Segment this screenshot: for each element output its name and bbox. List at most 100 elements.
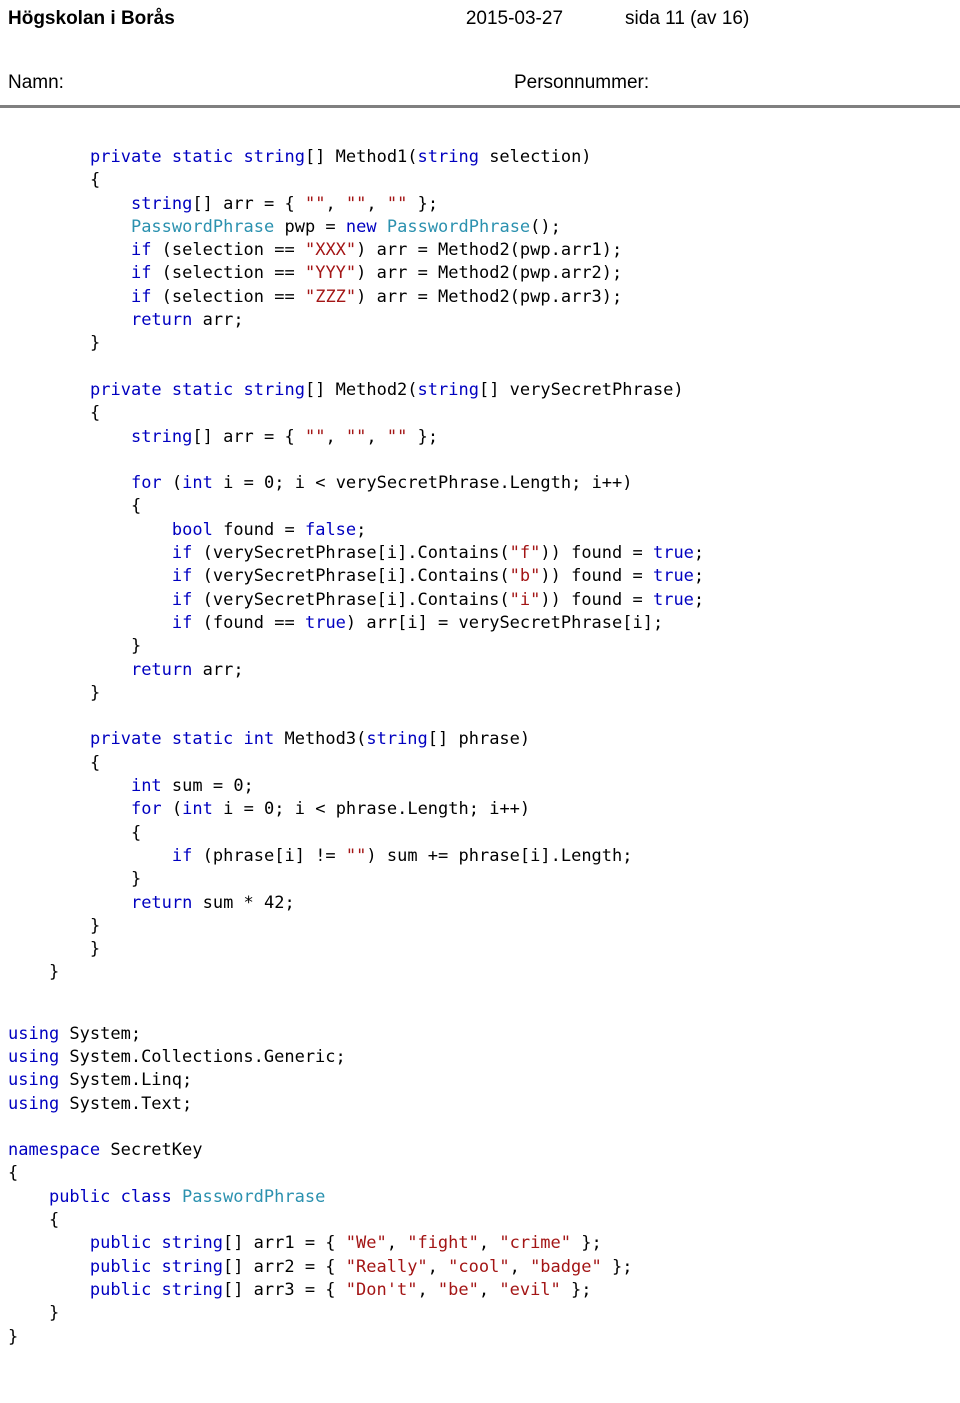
code-token-pln: sum * 42; <box>192 892 295 913</box>
code-token-pln: { <box>90 170 101 191</box>
code-token-pln: pwp = <box>274 216 346 237</box>
code-line: return arr; <box>90 309 960 332</box>
code-token-pln: (); <box>530 216 561 237</box>
code-token-pln: } <box>90 333 101 354</box>
code-token-pln: ) arr[i] = verySecretPhrase[i]; <box>345 612 664 633</box>
code-block-class: using System; using System.Collections.Ge… <box>0 1023 960 1349</box>
code-token-pln <box>90 543 172 563</box>
code-token-kw: private static string <box>90 379 305 400</box>
code-line: namespace SecretKey <box>8 1139 960 1162</box>
code-token-pln <box>90 240 131 260</box>
code-token-pln <box>90 660 131 680</box>
code-token-kw: using <box>8 1046 60 1067</box>
code-token-pln <box>90 427 131 447</box>
code-token-pln: , <box>325 426 346 447</box>
code-token-kw: string <box>417 379 479 400</box>
code-token-pln <box>90 194 131 214</box>
code-token-kw: using <box>8 1023 60 1044</box>
code-token-kw: int <box>182 799 213 820</box>
code-token-kw: string <box>130 193 193 214</box>
code-token-pln <box>90 310 131 330</box>
code-token-pln: { <box>8 1210 60 1231</box>
code-token-pln <box>90 473 131 493</box>
code-token-str: "Really" <box>345 1256 428 1277</box>
code-token-str: "crime" <box>499 1233 572 1254</box>
code-line: public string[] arr1 = { "We", "fight", … <box>8 1232 960 1255</box>
code-token-kw: if <box>171 845 193 866</box>
code-token-str: "" <box>345 193 367 214</box>
code-token-pln: }; <box>407 426 439 447</box>
code-token-pln: (verySecretPhrase[i].Contains( <box>192 566 510 587</box>
code-token-kw: if <box>130 286 152 307</box>
code-token-pln: ; <box>356 519 367 540</box>
code-token-str: "" <box>386 193 408 214</box>
code-token-kw: return <box>130 659 193 680</box>
code-line: if (phrase[i] != "") sum += phrase[i].Le… <box>90 845 960 868</box>
code-token-pln <box>90 217 131 237</box>
code-line: for (int i = 0; i < verySecretPhrase.Len… <box>90 472 960 495</box>
code-token-kw: int <box>130 776 162 797</box>
code-line: string[] arr = { "", "", "" }; <box>90 193 960 216</box>
code-token-pln: (phrase[i] != <box>192 845 346 866</box>
code-token-str: "XXX" <box>304 240 357 261</box>
exam-date: 2015-03-27 <box>465 8 564 29</box>
code-token-pln <box>8 1280 90 1300</box>
code-token-pln: (verySecretPhrase[i].Contains( <box>192 589 510 610</box>
code-token-pln: (selection == <box>151 286 305 307</box>
code-line: } <box>8 1302 960 1325</box>
code-line: if (selection == "YYY") arr = Method2(pw… <box>90 262 960 285</box>
code-token-pln: arr; <box>192 310 244 331</box>
code-token-kw: private static int <box>90 729 275 750</box>
code-token-pln: { <box>90 403 101 424</box>
code-token-pln: { <box>90 752 101 773</box>
code-token-pln: ; <box>693 589 705 610</box>
code-token-pln: [] arr1 = { <box>222 1233 346 1254</box>
code-token-pln: , <box>478 1279 500 1300</box>
code-token-typ: PasswordPhrase <box>130 216 275 237</box>
code-token-pln: (selection == <box>151 263 305 284</box>
code-line: if (selection == "XXX") arr = Method2(pw… <box>90 239 960 262</box>
code-token-kw: true <box>304 612 346 633</box>
code-token-kw: true <box>652 566 694 587</box>
code-token-pln: } <box>90 636 142 657</box>
code-token-pln: ; <box>693 543 705 564</box>
code-line: public string[] arr3 = { "Don't", "be", … <box>8 1279 960 1302</box>
code-token-pln: ) arr = Method2(pwp.arr2); <box>356 263 623 284</box>
code-line: } <box>90 332 960 355</box>
code-token-pln: , <box>478 1233 500 1254</box>
code-token-pln: [] verySecretPhrase) <box>478 379 684 400</box>
page-number: sida 11 (av 16) <box>625 8 750 29</box>
code-token-pln <box>377 217 387 237</box>
code-line: public class PasswordPhrase <box>8 1186 960 1209</box>
code-token-kw: if <box>171 566 193 587</box>
code-token-kw: public class <box>48 1186 172 1207</box>
code-token-typ: PasswordPhrase <box>386 216 531 237</box>
code-token-pln: [] Method2( <box>304 379 418 400</box>
code-token-pln: , <box>366 193 387 214</box>
code-line: public string[] arr2 = { "Really", "cool… <box>8 1256 960 1279</box>
code-token-pln: ( <box>161 473 183 494</box>
code-token-pln: [] arr3 = { <box>222 1279 346 1300</box>
code-token-pln: ) arr = Method2(pwp.arr3); <box>356 286 623 307</box>
code-token-pln <box>90 520 172 540</box>
code-token-pln: }; <box>601 1256 633 1277</box>
code-line: { <box>8 1209 960 1232</box>
code-token-pln: , <box>366 426 387 447</box>
code-token-kw: namespace <box>8 1140 101 1161</box>
code-token-pln: [] Method1( <box>304 147 418 167</box>
code-token-pln: )) found = <box>540 589 653 610</box>
code-token-pln: { <box>8 1163 19 1184</box>
code-token-str: "b" <box>509 566 541 587</box>
code-line: } <box>8 938 960 961</box>
code-token-pln: } <box>8 939 101 960</box>
code-token-pln <box>90 613 172 633</box>
code-token-pln: arr; <box>192 659 244 680</box>
code-line: if (selection == "ZZZ") arr = Method2(pw… <box>90 286 960 309</box>
code-token-kw: return <box>130 310 193 331</box>
code-line: using System.Text; <box>8 1093 960 1116</box>
code-line: } <box>90 635 960 658</box>
code-token-str: "YYY" <box>304 263 357 284</box>
code-block-methods: private static string [] Method1( string s… <box>0 146 960 985</box>
code-token-str: "fight" <box>407 1233 479 1254</box>
